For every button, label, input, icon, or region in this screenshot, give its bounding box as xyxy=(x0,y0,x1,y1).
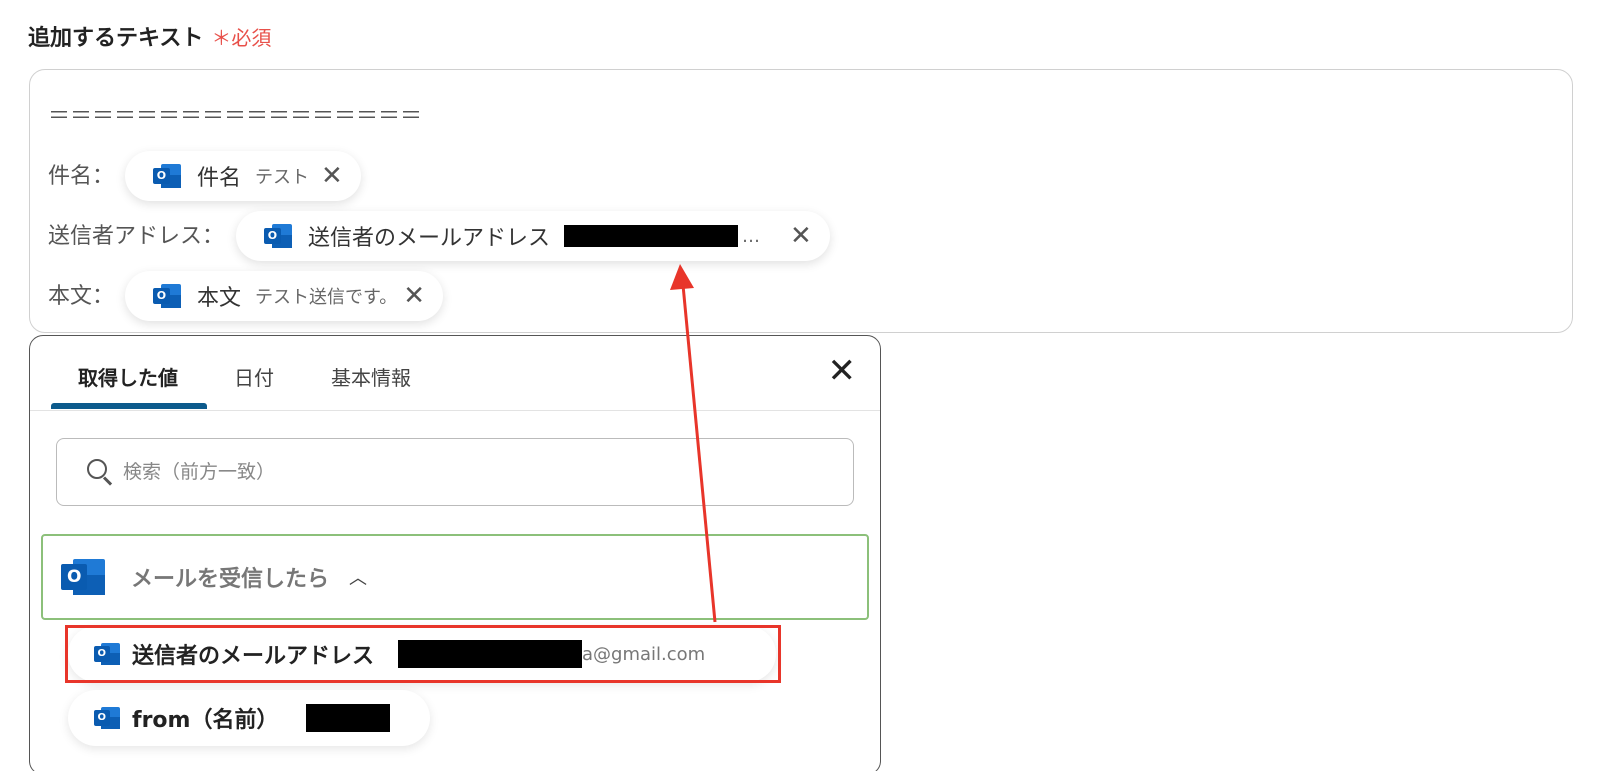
outlook-icon: O xyxy=(264,222,293,250)
body-line-label: 本文： xyxy=(48,284,115,309)
search-icon xyxy=(87,459,113,486)
separator-line: ＝＝＝＝＝＝＝＝＝＝＝＝＝＝＝＝＝ xyxy=(48,104,423,129)
subject-chip[interactable]: O 件名 テスト ✕ xyxy=(125,151,361,201)
redacted-block xyxy=(306,704,391,732)
redacted-block xyxy=(564,225,739,247)
group-label: メールを受信したら xyxy=(131,567,330,592)
item-name: from（名前） xyxy=(132,708,279,733)
tab-date[interactable]: 日付 xyxy=(234,362,274,391)
chevron-up-icon[interactable]: ︿ xyxy=(349,564,367,590)
close-icon[interactable]: ✕ xyxy=(790,223,812,249)
search-input[interactable] xyxy=(123,461,723,483)
item-name: 送信者のメールアドレス xyxy=(132,644,375,669)
item-value: a@gmail.com xyxy=(582,643,706,665)
required-badge: ＊必須 xyxy=(211,26,272,50)
field-label: 追加するテキスト ＊必須 xyxy=(28,20,271,52)
tab-acquired-values[interactable]: 取得した値 xyxy=(78,362,178,391)
chip-value: テスト xyxy=(255,167,310,188)
field-label-text: 追加するテキスト xyxy=(28,26,204,51)
outlook-icon: O xyxy=(153,162,182,190)
search-box[interactable] xyxy=(56,438,854,506)
subject-line-label: 件名： xyxy=(48,164,115,189)
close-icon[interactable]: ✕ xyxy=(321,163,343,189)
text-editor[interactable]: ＝＝＝＝＝＝＝＝＝＝＝＝＝＝＝＝＝ 件名： O 件名 テスト ✕ 送信者アドレス… xyxy=(29,69,1573,333)
tab-basic-info[interactable]: 基本情報 xyxy=(331,362,411,391)
outlook-icon: O xyxy=(94,705,120,731)
chip-name: 本文 xyxy=(197,286,242,311)
body-chip[interactable]: O 本文 テスト送信です。 ✕ xyxy=(125,271,444,321)
outlook-icon: O xyxy=(61,555,105,599)
sender-address-chip[interactable]: O 送信者のメールアドレス … ✕ xyxy=(236,211,830,261)
outlook-icon: O xyxy=(153,282,182,310)
chip-value: … xyxy=(742,225,761,247)
tab-bar: 取得した値 日付 基本情報 ✕ xyxy=(30,336,880,411)
chip-name: 件名 xyxy=(197,166,242,191)
outlook-icon: O xyxy=(94,641,120,667)
value-picker-panel: 取得した値 日付 基本情報 ✕ O メールを受信したら ︿ O 送信者のメールア… xyxy=(29,335,881,771)
list-item-from-name[interactable]: O from（名前） xyxy=(68,690,430,746)
trigger-group-header[interactable]: O メールを受信したら ︿ xyxy=(41,534,869,620)
active-tab-indicator xyxy=(51,403,207,409)
close-icon[interactable]: ✕ xyxy=(403,283,425,309)
sender-line-label: 送信者アドレス： xyxy=(48,224,225,249)
close-icon[interactable]: ✕ xyxy=(828,354,857,388)
chip-name: 送信者のメールアドレス xyxy=(308,226,551,251)
redacted-block xyxy=(398,640,583,668)
chip-value: テスト送信です。 xyxy=(255,287,398,308)
list-item-sender-address[interactable]: O 送信者のメールアドレス a@gmail.com xyxy=(68,626,776,682)
